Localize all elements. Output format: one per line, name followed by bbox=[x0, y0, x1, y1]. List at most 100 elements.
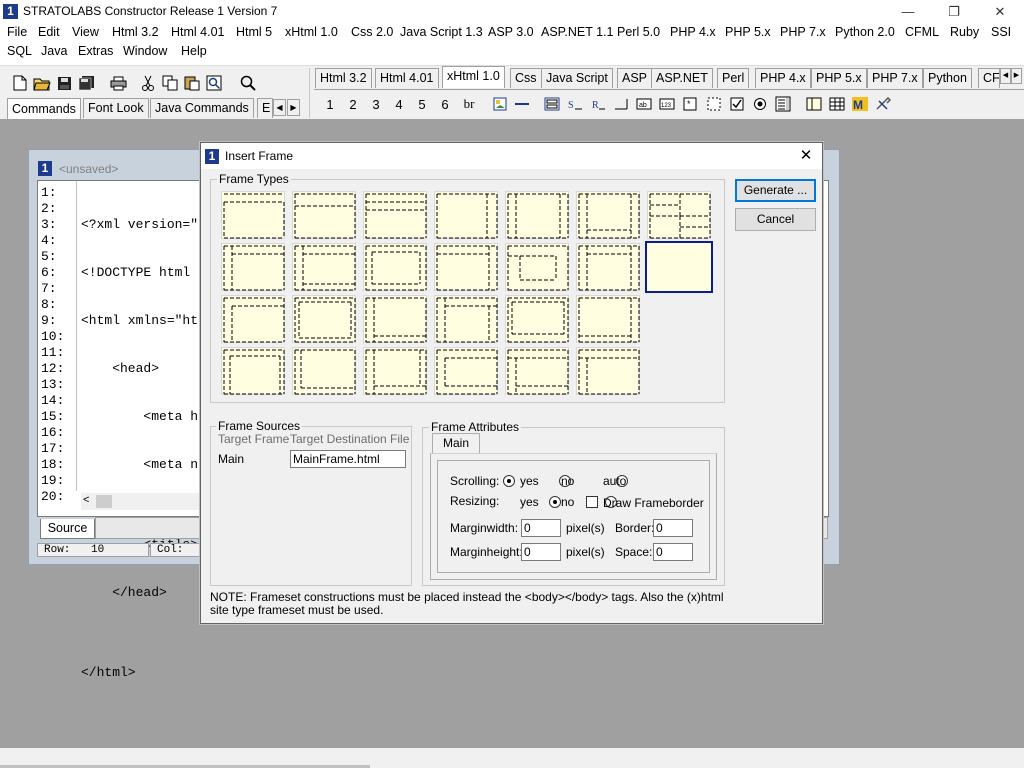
radio-button-icon[interactable] bbox=[750, 94, 770, 114]
frame-type-option[interactable] bbox=[363, 295, 427, 343]
number-field-icon[interactable]: 123 bbox=[657, 94, 677, 114]
print-icon[interactable] bbox=[107, 72, 129, 94]
tab-e[interactable]: E bbox=[257, 98, 273, 118]
tab-html401[interactable]: Html 4.01 bbox=[375, 68, 439, 88]
password-field-icon[interactable]: * bbox=[680, 94, 700, 114]
marginheight-input[interactable]: 0 bbox=[521, 543, 561, 561]
frame-type-option[interactable] bbox=[576, 243, 640, 291]
frame-type-option[interactable] bbox=[292, 347, 356, 395]
tabs-scroll-left-icon[interactable]: ◀ bbox=[273, 99, 286, 116]
frame-type-option[interactable] bbox=[505, 347, 569, 395]
heading5-button[interactable]: 5 bbox=[412, 94, 432, 114]
menu-asp30[interactable]: ASP 3.0 bbox=[488, 25, 534, 39]
menu-perl50[interactable]: Perl 5.0 bbox=[617, 25, 660, 39]
tab-java-commands[interactable]: Java Commands bbox=[150, 98, 254, 118]
frame-type-option[interactable] bbox=[505, 191, 569, 239]
tab-xhtml10[interactable]: xHtml 1.0 bbox=[442, 66, 505, 88]
paste-icon[interactable] bbox=[181, 72, 203, 94]
frame-type-option[interactable] bbox=[505, 243, 569, 291]
tab-perl[interactable]: Perl bbox=[717, 68, 750, 88]
frame-type-option[interactable] bbox=[434, 243, 498, 291]
scroll-left-icon[interactable]: < bbox=[83, 494, 89, 506]
tab-font-look[interactable]: Font Look bbox=[83, 98, 149, 118]
generate-button[interactable]: Generate ... bbox=[735, 179, 816, 202]
marginwidth-input[interactable]: 0 bbox=[521, 519, 561, 537]
space-input[interactable]: 0 bbox=[653, 543, 693, 561]
tab-cf[interactable]: CF bbox=[978, 68, 1000, 88]
minimize-button[interactable]: — bbox=[885, 0, 931, 23]
new-file-icon[interactable] bbox=[9, 72, 31, 94]
frame-type-option[interactable] bbox=[221, 347, 285, 395]
menu-sql[interactable]: SQL bbox=[7, 44, 32, 58]
menu-php5x[interactable]: PHP 5.x bbox=[725, 25, 771, 39]
menu-xhtml10[interactable]: xHtml 1.0 bbox=[285, 25, 338, 39]
menu-ruby[interactable]: Ruby bbox=[950, 25, 979, 39]
menu-html5[interactable]: Html 5 bbox=[236, 25, 272, 39]
frame-type-option[interactable] bbox=[647, 191, 711, 239]
tabs-scroll-right-icon[interactable]: ▶ bbox=[287, 99, 300, 116]
save-icon[interactable] bbox=[53, 72, 75, 94]
lang-tabs-scroll-left-icon[interactable]: ◀ bbox=[1000, 68, 1011, 84]
menu-html401[interactable]: Html 4.01 bbox=[171, 25, 225, 39]
tab-source[interactable]: Source bbox=[40, 519, 95, 539]
menu-edit[interactable]: Edit bbox=[38, 25, 60, 39]
menu-javascript13[interactable]: Java Script 1.3 bbox=[400, 25, 483, 39]
close-button[interactable]: ✕ bbox=[977, 0, 1023, 23]
underline-field-icon[interactable] bbox=[611, 94, 631, 114]
destination-file-input[interactable]: MainFrame.html bbox=[290, 450, 406, 468]
menu-file[interactable]: File bbox=[7, 25, 27, 39]
menu-help[interactable]: Help bbox=[181, 44, 207, 58]
tab-javascript[interactable]: Java Script bbox=[541, 68, 613, 88]
frame-type-option[interactable] bbox=[221, 243, 285, 291]
open-folder-icon[interactable] bbox=[31, 72, 53, 94]
save-all-icon[interactable] bbox=[75, 72, 97, 94]
tab-python[interactable]: Python bbox=[923, 68, 972, 88]
tab-css[interactable]: Css bbox=[510, 68, 542, 88]
horizontal-scrollbar[interactable]: < bbox=[81, 493, 201, 510]
checkbox-icon[interactable] bbox=[727, 94, 747, 114]
horizontal-rule-icon[interactable] bbox=[512, 94, 532, 114]
frame-type-option[interactable] bbox=[292, 295, 356, 343]
frame-type-option-selected[interactable] bbox=[645, 241, 713, 293]
draw-frameborder-checkbox[interactable] bbox=[586, 496, 598, 508]
menu-html32[interactable]: Html 3.2 bbox=[112, 25, 159, 39]
frame-type-option[interactable] bbox=[505, 295, 569, 343]
heading4-button[interactable]: 4 bbox=[389, 94, 409, 114]
tab-main[interactable]: Main bbox=[432, 433, 480, 453]
heading1-button[interactable]: 1 bbox=[320, 94, 340, 114]
frame-layout-icon[interactable] bbox=[804, 94, 824, 114]
tab-php7x[interactable]: PHP 7.x bbox=[867, 68, 923, 88]
hidden-field-icon[interactable] bbox=[704, 94, 724, 114]
tools-icon[interactable] bbox=[873, 94, 893, 114]
scroll-thumb[interactable] bbox=[96, 495, 112, 508]
menu-view[interactable]: View bbox=[72, 25, 99, 39]
text-field-icon[interactable]: ab bbox=[634, 94, 654, 114]
tab-php4x[interactable]: PHP 4.x bbox=[755, 68, 811, 88]
menu-window[interactable]: Window bbox=[123, 44, 167, 58]
menu-php7x[interactable]: PHP 7.x bbox=[780, 25, 826, 39]
frame-type-option[interactable] bbox=[363, 243, 427, 291]
dialog-close-button[interactable]: ✕ bbox=[793, 145, 819, 167]
menu-css20[interactable]: Css 2.0 bbox=[351, 25, 393, 39]
code-text-area[interactable]: <?xml version=" <!DOCTYPE html <html xml… bbox=[81, 185, 201, 713]
cancel-button[interactable]: Cancel bbox=[735, 208, 816, 231]
select-field-icon[interactable]: S bbox=[565, 94, 585, 114]
target-frame-cell[interactable]: Main bbox=[218, 452, 244, 466]
line-break-button[interactable]: br bbox=[459, 94, 479, 114]
menu-ssi[interactable]: SSI bbox=[991, 25, 1011, 39]
frame-type-option[interactable] bbox=[576, 191, 640, 239]
reset-button-icon[interactable]: R bbox=[588, 94, 608, 114]
frame-type-option[interactable] bbox=[221, 191, 285, 239]
menu-python20[interactable]: Python 2.0 bbox=[835, 25, 895, 39]
heading6-button[interactable]: 6 bbox=[435, 94, 455, 114]
frame-type-option[interactable] bbox=[221, 295, 285, 343]
image-icon[interactable] bbox=[490, 94, 510, 114]
copy-icon[interactable] bbox=[159, 72, 181, 94]
resizing-yes-radio[interactable] bbox=[549, 496, 562, 508]
preview-icon[interactable] bbox=[203, 72, 225, 94]
menu-java[interactable]: Java bbox=[41, 44, 67, 58]
search-icon[interactable] bbox=[237, 72, 259, 94]
frame-type-option[interactable] bbox=[434, 347, 498, 395]
table-icon[interactable] bbox=[827, 94, 847, 114]
listbox-icon[interactable] bbox=[773, 94, 793, 114]
